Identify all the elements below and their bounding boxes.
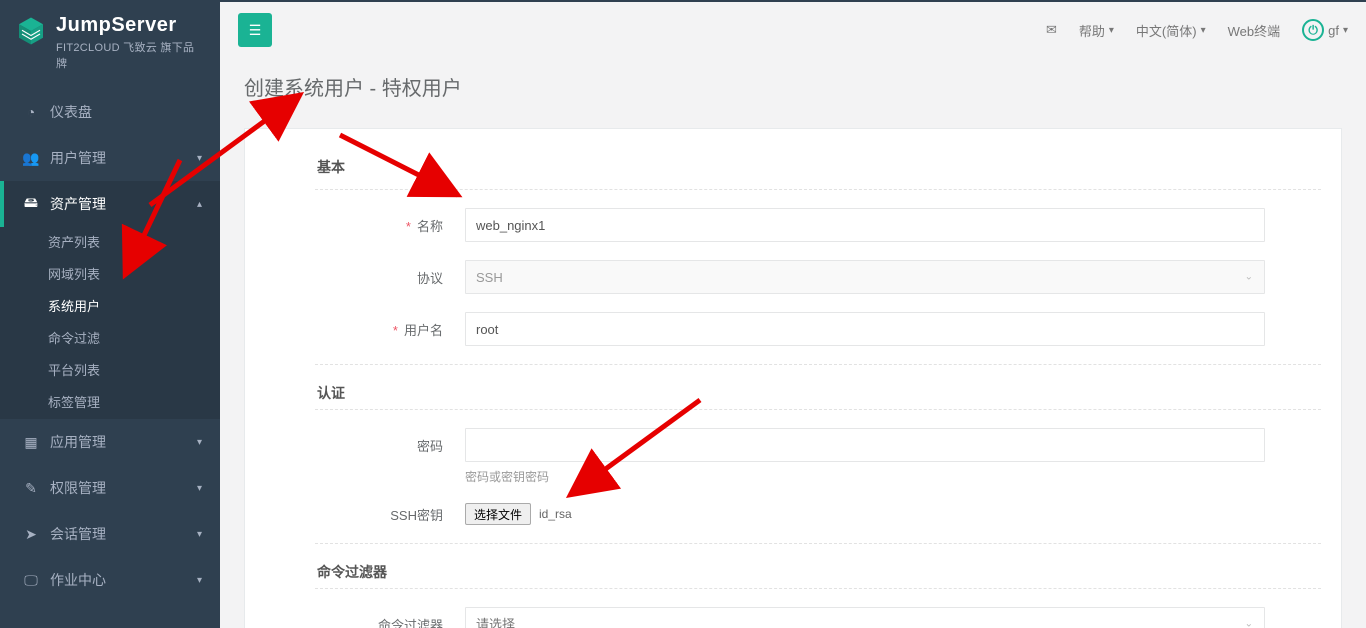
page-title: 创建系统用户 - 特权用户 — [244, 72, 462, 101]
content-wrap: 基本 名称 协议 ⌄ 用户名 认证 — [220, 114, 1366, 628]
sidebar: JumpServer FIT2CLOUD 飞致云 旗下品牌 ◔ 仪表盘 👥 用户… — [0, 0, 220, 628]
row-cmdfilter: 命令过滤器 ⌄ — [315, 607, 1321, 628]
protocol-select[interactable] — [465, 260, 1265, 294]
divider — [315, 364, 1321, 365]
logo-icon — [16, 16, 46, 46]
label-cmdfilter: 命令过滤器 — [315, 615, 465, 628]
help-label: 帮助 — [1079, 21, 1105, 40]
brand-name: JumpServer — [56, 14, 204, 37]
nav-label: 资产管理 — [50, 194, 106, 214]
chevron-up-icon: ▴ — [197, 199, 202, 210]
row-protocol: 协议 ⌄ — [315, 260, 1321, 294]
users-icon: 👥 — [22, 150, 40, 167]
label-protocol: 协议 — [315, 268, 465, 287]
label-name: 名称 — [315, 216, 465, 235]
subnav-system-user[interactable]: 系统用户 — [0, 291, 220, 323]
nav-label: 作业中心 — [50, 570, 106, 590]
chevron-down-icon: ▾ — [1109, 25, 1114, 36]
username-input[interactable] — [465, 312, 1265, 346]
power-icon: ⏻ — [1302, 19, 1324, 41]
row-sshkey: SSH密钥 选择文件 id_rsa — [315, 503, 1321, 525]
nav-app-mgmt[interactable]: ▦ 应用管理 ▾ — [0, 419, 220, 465]
form-panel: 基本 名称 协议 ⌄ 用户名 认证 — [244, 128, 1342, 628]
subnav-tag-mgmt[interactable]: 标签管理 — [0, 387, 220, 419]
grid-icon: ▦ — [22, 434, 40, 451]
divider — [315, 543, 1321, 544]
choose-file-button[interactable]: 选择文件 — [465, 503, 531, 525]
section-auth-title: 认证 — [315, 383, 1321, 403]
label-password: 密码 — [315, 428, 465, 455]
chevron-down-icon: ▾ — [197, 153, 202, 164]
language-dropdown[interactable]: 中文(简体) ▾ — [1136, 21, 1206, 40]
subnav-cmd-filter[interactable]: 命令过滤 — [0, 323, 220, 355]
nav-label: 权限管理 — [50, 478, 106, 498]
logo-block: JumpServer FIT2CLOUD 飞致云 旗下品牌 — [0, 0, 220, 81]
nav-label: 应用管理 — [50, 432, 106, 452]
send-icon: ➤ — [22, 526, 40, 543]
hamburger-icon: ☰ — [249, 22, 262, 39]
subnav-domain-list[interactable]: 网域列表 — [0, 259, 220, 291]
section-cmdfilter-title: 命令过滤器 — [315, 562, 1321, 582]
row-name: 名称 — [315, 208, 1321, 242]
nav-label: 会话管理 — [50, 524, 106, 544]
topbar: ☰ ✉ 帮助 ▾ 中文(简体) ▾ Web终端 ⏻ gf ▾ — [220, 0, 1366, 58]
language-label: 中文(简体) — [1136, 21, 1197, 40]
nav-perm-mgmt[interactable]: ✎ 权限管理 ▾ — [0, 465, 220, 511]
brand-subtitle: FIT2CLOUD 飞致云 旗下品牌 — [56, 39, 204, 71]
edit-icon: ✎ — [22, 480, 40, 497]
password-help-text: 密码或密钥密码 — [465, 468, 1265, 485]
user-menu[interactable]: ⏻ gf ▾ — [1302, 19, 1348, 41]
help-dropdown[interactable]: 帮助 ▾ — [1079, 21, 1114, 40]
dashboard-icon: ◔ — [22, 104, 40, 120]
page-title-row: 创建系统用户 - 特权用户 — [220, 58, 1366, 114]
chevron-down-icon: ▾ — [197, 483, 202, 494]
chevron-down-icon: ▾ — [197, 575, 202, 586]
row-password: 密码 密码或密钥密码 — [315, 428, 1321, 485]
label-sshkey: SSH密钥 — [315, 505, 465, 524]
display-icon: 🖵 — [22, 572, 40, 589]
nav-list: ◔ 仪表盘 👥 用户管理 ▾ 🖴 资产管理 ▴ 资产列表 网域列表 系统用户 命… — [0, 89, 220, 603]
password-input[interactable] — [465, 428, 1265, 462]
sshkey-filename: id_rsa — [539, 507, 572, 521]
nav-label: 用户管理 — [50, 148, 106, 168]
nav-session-mgmt[interactable]: ➤ 会话管理 ▾ — [0, 511, 220, 557]
chevron-down-icon: ▾ — [197, 437, 202, 448]
mail-button[interactable]: ✉ — [1046, 22, 1057, 38]
subnav-platform-list[interactable]: 平台列表 — [0, 355, 220, 387]
nav-job-center[interactable]: 🖵 作业中心 ▾ — [0, 557, 220, 603]
topbar-right: ✉ 帮助 ▾ 中文(简体) ▾ Web终端 ⏻ gf ▾ — [1046, 19, 1348, 41]
nav-asset-mgmt[interactable]: 🖴 资产管理 ▴ — [0, 181, 220, 227]
section-basic-title: 基本 — [315, 157, 1321, 177]
divider — [315, 189, 1321, 190]
divider — [315, 588, 1321, 589]
web-terminal-link[interactable]: Web终端 — [1228, 21, 1281, 40]
mail-icon: ✉ — [1046, 22, 1057, 38]
subnav-asset-list[interactable]: 资产列表 — [0, 227, 220, 259]
nav-label: 仪表盘 — [50, 102, 92, 122]
chevron-down-icon: ▾ — [1343, 25, 1348, 36]
asset-subnav: 资产列表 网域列表 系统用户 命令过滤 平台列表 标签管理 — [0, 227, 220, 419]
label-username: 用户名 — [315, 320, 465, 339]
row-username: 用户名 — [315, 312, 1321, 346]
asset-icon: 🖴 — [22, 192, 40, 216]
nav-user-mgmt[interactable]: 👥 用户管理 ▾ — [0, 135, 220, 181]
name-input[interactable] — [465, 208, 1265, 242]
nav-dashboard[interactable]: ◔ 仪表盘 — [0, 89, 220, 135]
cmdfilter-select[interactable] — [465, 607, 1265, 628]
sidebar-toggle-button[interactable]: ☰ — [238, 13, 272, 47]
divider — [315, 409, 1321, 410]
username-label: gf — [1328, 23, 1339, 38]
chevron-down-icon: ▾ — [197, 529, 202, 540]
chevron-down-icon: ▾ — [1201, 25, 1206, 36]
